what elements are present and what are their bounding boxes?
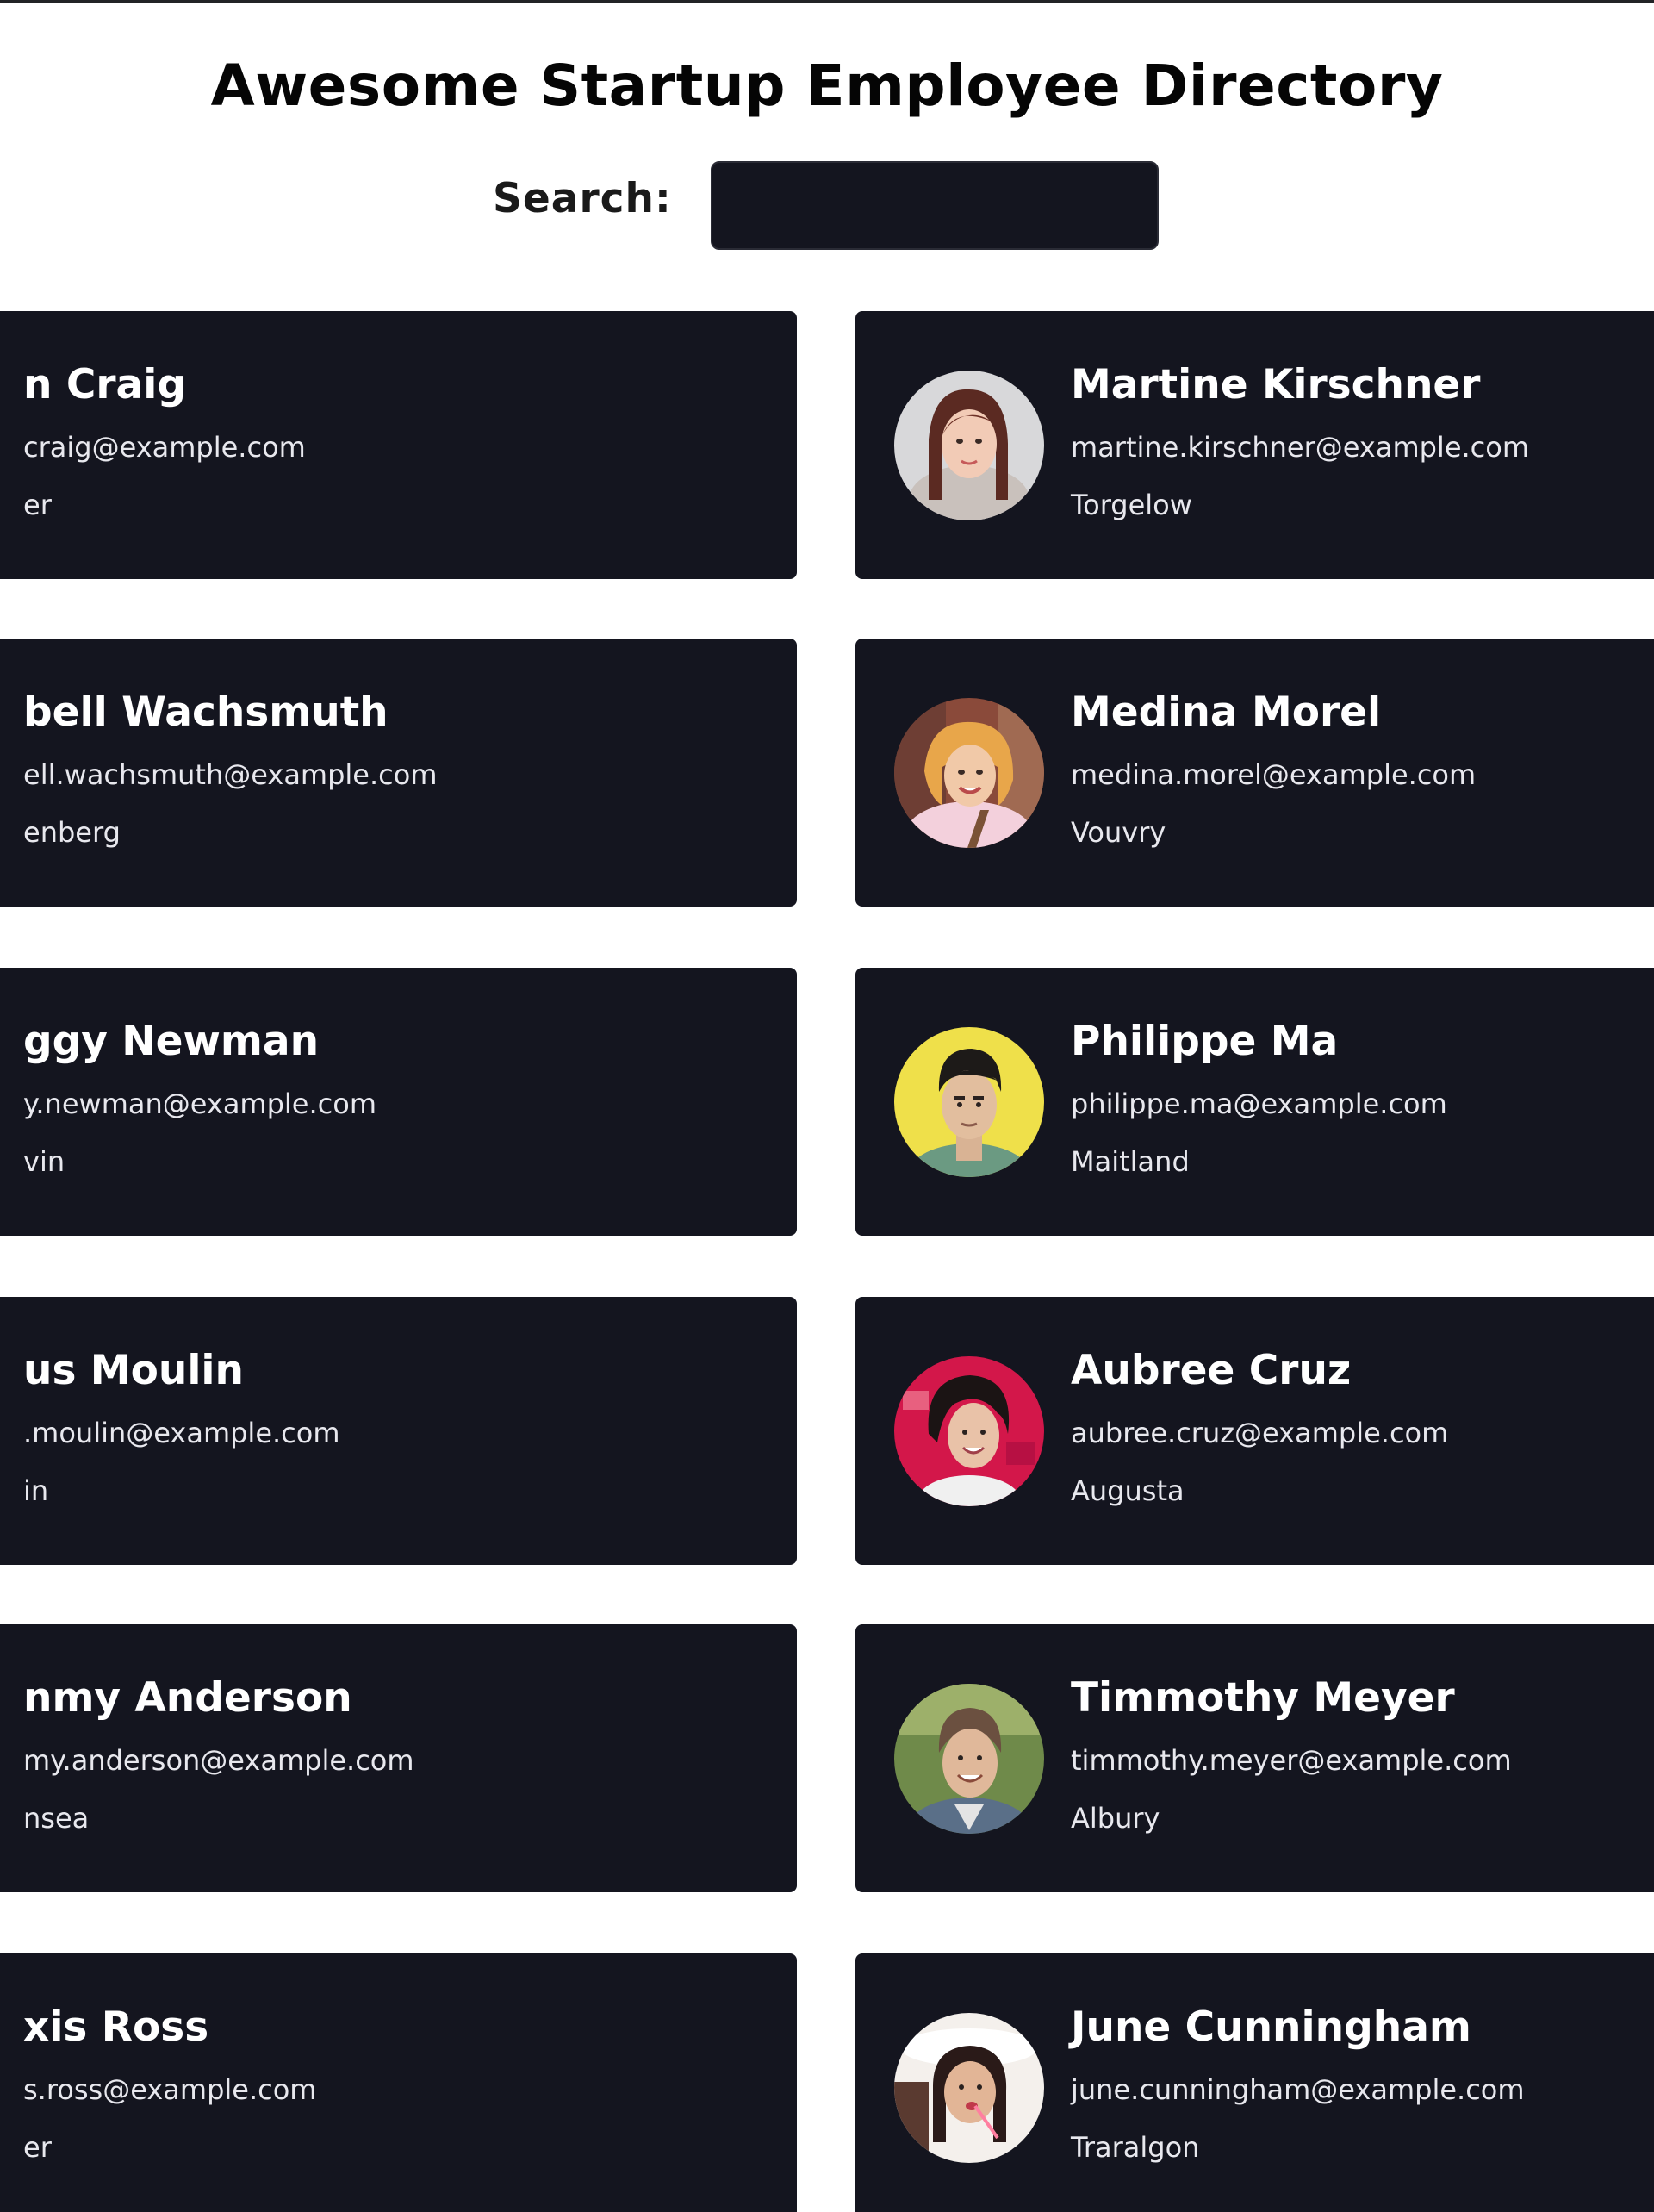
avatar (894, 2013, 1044, 2163)
employee-name: Medina Morel (1071, 689, 1382, 736)
employee-city: enberg (23, 816, 121, 849)
avatar-photo (894, 1356, 1044, 1506)
employee-name: xis Ross (23, 2003, 209, 2051)
employee-email: ell.wachsmuth@example.com (23, 758, 438, 791)
avatar-photo (894, 1027, 1044, 1177)
employee-card[interactable]: Aubree Cruz aubree.cruz@example.com Augu… (855, 1297, 1654, 1565)
employee-name: ggy Newman (23, 1018, 320, 1065)
employee-city: er (23, 489, 52, 521)
employee-email: timmothy.meyer@example.com (1071, 1744, 1512, 1777)
employee-city: er (23, 2131, 52, 2164)
employee-card[interactable]: xis Ross s.ross@example.com er (0, 1953, 797, 2212)
avatar-photo (894, 2013, 1044, 2163)
employee-email: craig@example.com (23, 431, 306, 464)
employee-city: Traralgon (1071, 2131, 1200, 2164)
employee-name: June Cunningham (1071, 2003, 1471, 2051)
avatar (894, 698, 1044, 848)
employee-email: martine.kirschner@example.com (1071, 431, 1530, 464)
employee-email: june.cunningham@example.com (1071, 2073, 1525, 2106)
employee-name: bell Wachsmuth (23, 689, 389, 736)
avatar-photo (894, 698, 1044, 848)
employee-city: Augusta (1071, 1474, 1185, 1507)
employee-email: .moulin@example.com (23, 1417, 340, 1449)
employee-name: Aubree Cruz (1071, 1347, 1352, 1394)
employee-email: s.ross@example.com (23, 2073, 317, 2106)
employee-email: aubree.cruz@example.com (1071, 1417, 1449, 1449)
employee-city: Albury (1071, 1802, 1160, 1835)
avatar (894, 1356, 1044, 1506)
employee-name: Philippe Ma (1071, 1018, 1339, 1065)
employee-city: Torgelow (1071, 489, 1192, 521)
employee-email: y.newman@example.com (23, 1087, 376, 1120)
avatar (894, 371, 1044, 520)
page-title: Awesome Startup Employee Directory (210, 53, 1444, 119)
employee-city: Vouvry (1071, 816, 1166, 849)
employee-card[interactable]: bell Wachsmuth ell.wachsmuth@example.com… (0, 639, 797, 907)
employee-name: us Moulin (23, 1347, 244, 1394)
avatar-photo (894, 1684, 1044, 1834)
employee-city: Maitland (1071, 1145, 1190, 1178)
search-input[interactable] (711, 161, 1159, 250)
employee-name: nmy Anderson (23, 1674, 352, 1722)
employee-email: my.anderson@example.com (23, 1744, 414, 1777)
employee-card[interactable]: Timmothy Meyer timmothy.meyer@example.co… (855, 1624, 1654, 1892)
employee-email: medina.morel@example.com (1071, 758, 1477, 791)
employee-card[interactable]: us Moulin .moulin@example.com in (0, 1297, 797, 1565)
employee-city: nsea (23, 1802, 90, 1835)
employee-card[interactable]: Medina Morel medina.morel@example.com Vo… (855, 639, 1654, 907)
employee-name: Timmothy Meyer (1071, 1674, 1455, 1722)
employee-card[interactable]: Philippe Ma philippe.ma@example.com Mait… (855, 968, 1654, 1236)
employee-name: n Craig (23, 361, 186, 408)
employee-email: philippe.ma@example.com (1071, 1087, 1447, 1120)
avatar (894, 1027, 1044, 1177)
avatar-photo (894, 371, 1044, 520)
top-border (0, 0, 1654, 3)
employee-card[interactable]: June Cunningham june.cunningham@example.… (855, 1953, 1654, 2212)
search-label: Search: (493, 175, 672, 222)
employee-card[interactable]: nmy Anderson my.anderson@example.com nse… (0, 1624, 797, 1892)
employee-city: in (23, 1474, 49, 1507)
employee-name: Martine Kirschner (1071, 361, 1481, 408)
avatar (894, 1684, 1044, 1834)
employee-card[interactable]: ggy Newman y.newman@example.com vin (0, 968, 797, 1236)
employee-card[interactable]: n Craig craig@example.com er (0, 311, 797, 579)
employee-card[interactable]: Martine Kirschner martine.kirschner@exam… (855, 311, 1654, 579)
employee-city: vin (23, 1145, 65, 1178)
